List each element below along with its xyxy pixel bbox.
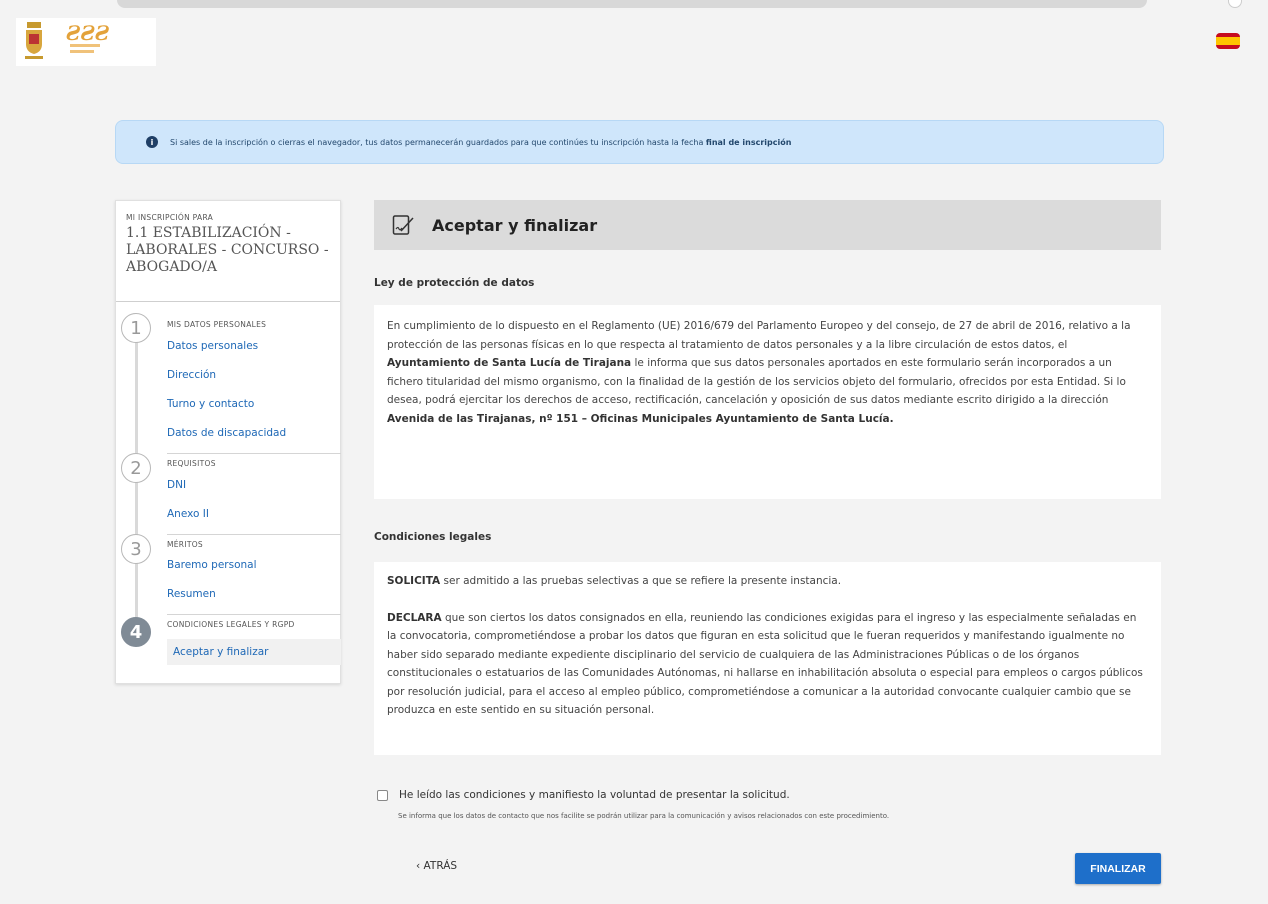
santa-lucia-logo-icon: ƧƧƧ	[66, 22, 110, 53]
accept-row[interactable]: He leído las condiciones y manifiesto la…	[377, 789, 790, 801]
sidebar-title: 1.1 ESTABILIZACIÓN - LABORALES - CONCURS…	[126, 225, 329, 275]
step-connector	[135, 342, 138, 634]
section-title: MIS DATOS PERSONALES	[167, 320, 267, 329]
info-icon: i	[146, 136, 158, 148]
section-title: CONDICIONES LEGALES Y RGPD	[167, 620, 295, 629]
section-title: REQUISITOS	[167, 459, 216, 468]
svg-text:ƧƧƧ: ƧƧƧ	[66, 22, 110, 45]
spain-flag-icon[interactable]	[1216, 33, 1240, 49]
section-title: MÉRITOS	[167, 540, 203, 549]
page-title: Aceptar y finalizar	[432, 215, 598, 235]
notice-text: Si sales de la inscripción o cierras el …	[170, 137, 792, 147]
corner-control	[1228, 0, 1242, 8]
chevron-left-icon: ‹	[416, 860, 424, 872]
logo[interactable]: ƧƧƧ	[16, 18, 156, 66]
sidebar-item-direccion[interactable]: Dirección	[167, 369, 216, 381]
sidebar-item-datos-personales[interactable]: Datos personales	[167, 340, 258, 352]
back-button[interactable]: ‹ ATRÁS	[416, 860, 457, 872]
page-header: Aceptar y finalizar	[374, 200, 1161, 250]
sidebar-item-discapacidad[interactable]: Datos de discapacidad	[167, 427, 286, 439]
step-list: 1 MIS DATOS PERSONALES Datos personales …	[116, 302, 341, 665]
divider	[167, 534, 341, 535]
sidebar-item-turno[interactable]: Turno y contacto	[167, 398, 254, 410]
step-number: 1	[121, 313, 151, 343]
accept-label[interactable]: He leído las condiciones y manifiesto la…	[399, 789, 790, 801]
signature-document-icon	[392, 215, 414, 235]
sidebar-header: MI INSCRIPCIÓN PARA 1.1 ESTABILIZACIÓN -…	[116, 201, 340, 302]
progress-sidebar: MI INSCRIPCIÓN PARA 1.1 ESTABILIZACIÓN -…	[115, 200, 341, 684]
divider	[167, 453, 341, 454]
data-protection-text: En cumplimiento de lo dispuesto en el Re…	[387, 320, 1131, 425]
data-protection-panel: En cumplimiento de lo dispuesto en el Re…	[374, 305, 1161, 499]
declara-text: DECLARA que son ciertos los datos consig…	[387, 611, 1143, 717]
sidebar-item-baremo[interactable]: Baremo personal	[167, 559, 257, 571]
step-number: 3	[121, 534, 151, 564]
section-heading-legal: Condiciones legales	[374, 531, 492, 543]
scrollbar[interactable]	[117, 0, 1147, 8]
step-number: 2	[121, 453, 151, 483]
step-number-active: 4	[121, 617, 151, 647]
coat-of-arms-icon	[25, 22, 43, 59]
section-heading-data-protection: Ley de protección de datos	[374, 277, 535, 289]
solicita-text: SOLICITA ser admitido a las pruebas sele…	[387, 575, 842, 587]
sidebar-item-resumen[interactable]: Resumen	[167, 588, 216, 600]
accept-checkbox[interactable]	[377, 789, 388, 801]
sidebar-item-dni[interactable]: DNI	[167, 479, 186, 491]
finish-button[interactable]: FINALIZAR	[1075, 853, 1161, 884]
divider	[167, 614, 341, 615]
browser-top-strip	[0, 0, 1268, 10]
sidebar-caption: MI INSCRIPCIÓN PARA	[126, 213, 214, 222]
contact-note: Se informa que los datos de contacto que…	[398, 812, 890, 820]
back-label: ATRÁS	[423, 860, 458, 872]
sidebar-item-aceptar[interactable]: Aceptar y finalizar	[167, 639, 341, 665]
sidebar-item-anexo[interactable]: Anexo II	[167, 508, 209, 520]
info-notice: i Si sales de la inscripción o cierras e…	[115, 120, 1164, 164]
legal-conditions-panel: SOLICITA ser admitido a las pruebas sele…	[374, 562, 1161, 755]
